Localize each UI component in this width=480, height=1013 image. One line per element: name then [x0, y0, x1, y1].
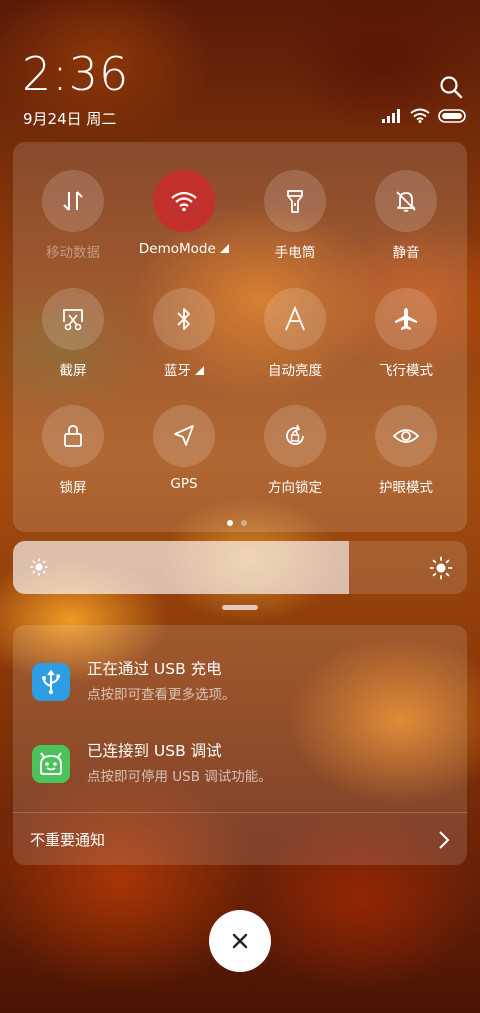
tile-wifi-button[interactable]	[153, 170, 215, 232]
clock-time: 2:36	[22, 47, 130, 101]
eye-icon	[392, 429, 420, 443]
notification-usb-charging[interactable]: 正在通过 USB 充电 点按即可查看更多选项。	[13, 653, 467, 713]
tile-airplane-button[interactable]	[375, 288, 437, 350]
airplane-icon	[395, 308, 417, 330]
tile-label: 截屏	[59, 363, 87, 379]
tile-gps-button[interactable]	[153, 405, 215, 467]
notification-panel: 正在通过 USB 充电 点按即可查看更多选项。 已连接到 USB 调试 点按即可…	[13, 625, 467, 865]
tile-eye-care-button[interactable]	[375, 405, 437, 467]
close-icon	[232, 933, 248, 949]
bluetooth-icon	[177, 308, 190, 330]
tile-airplane[interactable]: 飞行模式	[356, 288, 456, 379]
auto-brightness-icon	[285, 306, 305, 331]
clock-date: 9月24日 周二	[23, 110, 117, 128]
page-indicator	[227, 520, 247, 526]
android-icon	[32, 745, 70, 783]
notification-usb-debugging[interactable]: 已连接到 USB 调试 点按即可停用 USB 调试功能。	[13, 735, 467, 795]
tile-lock-screen-button[interactable]	[42, 405, 104, 467]
flashlight-icon	[287, 190, 303, 213]
page-dot-active	[227, 520, 233, 526]
tile-label: 手电筒	[274, 245, 316, 261]
tile-mute[interactable]: 静音	[356, 170, 456, 261]
brightness-low-icon	[30, 558, 48, 576]
tile-gps[interactable]: GPS	[134, 405, 234, 492]
tile-mute-button[interactable]	[375, 170, 437, 232]
rotation-lock-icon	[286, 424, 304, 445]
drag-handle[interactable]	[222, 605, 258, 610]
tile-label: 方向锁定	[268, 480, 322, 496]
brightness-slider[interactable]	[13, 541, 467, 594]
brightness-fill	[13, 541, 349, 594]
tile-label: DemoMode	[138, 241, 216, 257]
tile-label: 蓝牙	[163, 363, 191, 379]
tile-screenshot-button[interactable]	[42, 288, 104, 350]
tile-bluetooth[interactable]: 蓝牙	[134, 288, 234, 379]
tile-label: 自动亮度	[268, 363, 322, 379]
usb-icon	[32, 663, 70, 701]
brightness-high-icon	[429, 556, 453, 580]
tile-mobile-data-button[interactable]	[42, 170, 104, 232]
tile-flashlight-button[interactable]	[264, 170, 326, 232]
status-icons	[382, 108, 468, 123]
tile-screenshot[interactable]: 截屏	[23, 288, 123, 379]
notification-subtitle: 点按即可查看更多选项。	[87, 687, 236, 703]
tile-label: 护眼模式	[379, 480, 433, 496]
search-icon[interactable]	[438, 74, 464, 100]
quick-settings-panel: 移动数据 DemoMode 手电筒 静音 截屏 蓝牙 自动亮度 飞行模式 锁屏 …	[13, 142, 467, 532]
expand-triangle-icon	[220, 244, 230, 253]
wifi-icon	[171, 191, 197, 212]
tile-auto-brightness[interactable]: 自动亮度	[245, 288, 345, 379]
cellular-signal-icon	[382, 108, 400, 123]
tile-rotation-lock[interactable]: 方向锁定	[245, 405, 345, 496]
tile-auto-brightness-button[interactable]	[264, 288, 326, 350]
tile-lock-screen[interactable]: 锁屏	[23, 405, 123, 496]
chevron-right-icon[interactable]	[437, 830, 451, 850]
tile-rotation-lock-button[interactable]	[264, 405, 326, 467]
expand-triangle-icon	[195, 366, 205, 375]
tile-label: 移动数据	[46, 245, 100, 261]
tile-bluetooth-button[interactable]	[153, 288, 215, 350]
notification-title: 已连接到 USB 调试	[87, 742, 222, 760]
tile-eye-care[interactable]: 护眼模式	[356, 405, 456, 496]
mobile-data-icon	[63, 191, 83, 211]
gps-icon	[174, 425, 194, 446]
wifi-status-icon	[410, 108, 430, 123]
tile-flashlight[interactable]: 手电筒	[245, 170, 345, 261]
unimportant-notifications-link[interactable]: 不重要通知	[30, 829, 105, 850]
close-button[interactable]	[209, 910, 271, 972]
tile-wifi[interactable]: DemoMode	[134, 170, 234, 257]
page-dot	[241, 520, 247, 526]
notification-subtitle: 点按即可停用 USB 调试功能。	[87, 769, 272, 785]
tile-label: 锁屏	[59, 480, 87, 496]
lock-icon	[64, 425, 82, 447]
tile-label: 飞行模式	[379, 363, 433, 379]
tile-mobile-data[interactable]: 移动数据	[23, 170, 123, 261]
screenshot-icon	[63, 309, 83, 331]
battery-icon	[438, 108, 466, 123]
mute-bell-icon	[396, 191, 416, 212]
tile-label: 静音	[392, 245, 420, 261]
divider	[13, 812, 467, 813]
tile-label: GPS	[170, 476, 198, 492]
notification-title: 正在通过 USB 充电	[87, 660, 222, 678]
